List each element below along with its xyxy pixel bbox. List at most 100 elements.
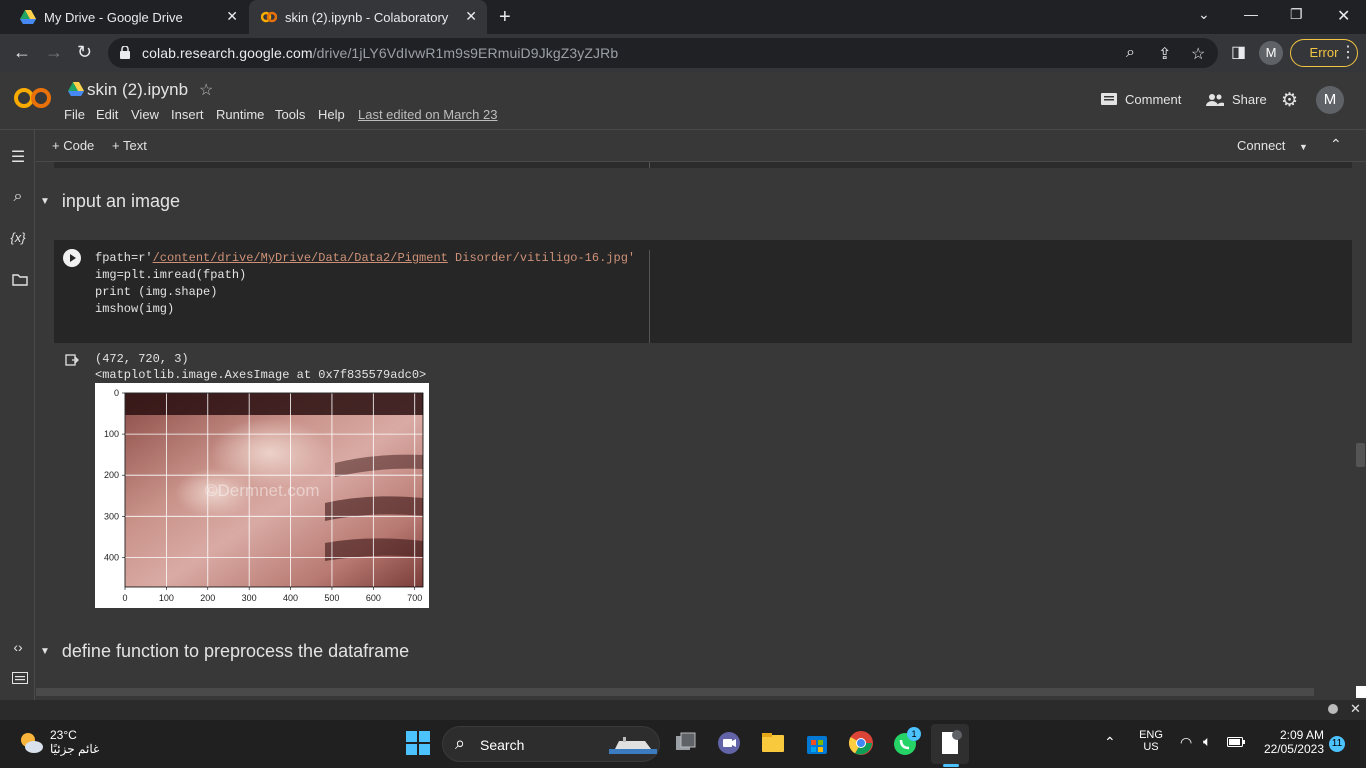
files-folder-icon[interactable] — [10, 274, 30, 286]
menu-tools[interactable]: Tools — [275, 107, 305, 122]
terminal-icon[interactable] — [10, 672, 30, 684]
minimize-icon[interactable]: — — [1244, 6, 1258, 22]
collapse-header-icon[interactable]: ⌃ — [1330, 136, 1342, 153]
comment-label: Comment — [1125, 92, 1182, 107]
scroll-corner — [1356, 686, 1366, 698]
section-input-image[interactable]: ▼ input an image — [40, 191, 180, 212]
clock-date: 22/05/2023 — [1263, 742, 1324, 756]
add-text-button[interactable]: + Text — [112, 138, 147, 153]
code-path-link[interactable]: /content/drive/MyDrive/Data/Data2/Pigmen… — [153, 251, 448, 265]
code-line-1: fpath=r'/content/drive/MyDrive/Data/Data… — [95, 251, 635, 265]
section-define-function[interactable]: ▼ define function to preprocess the data… — [40, 641, 409, 662]
tab-search-icon[interactable]: ⌄ — [1198, 6, 1210, 23]
status-dot-icon — [1328, 704, 1338, 714]
tab-colab[interactable]: skin (2).ipynb - Colaboratory ✕ — [249, 0, 487, 34]
menu-file[interactable]: File — [64, 107, 85, 122]
volume-icon[interactable]: 🔈︎ — [1203, 733, 1211, 750]
reload-icon[interactable]: ↻ — [77, 42, 92, 63]
whatsapp-badge: 1 — [907, 727, 921, 741]
run-cell-button[interactable] — [63, 249, 81, 267]
bookmark-star-icon[interactable]: ☆ — [1191, 44, 1205, 64]
microsoft-store-icon[interactable] — [804, 730, 830, 756]
show-hidden-icons-chevron-icon[interactable]: ⌃ — [1104, 734, 1116, 751]
share-page-icon[interactable]: ⇪ — [1158, 44, 1171, 64]
colab-logo[interactable] — [14, 86, 52, 110]
table-of-contents-icon[interactable]: ☰ — [8, 147, 28, 167]
teams-chat-icon[interactable] — [716, 730, 742, 756]
section-heading: define function to preprocess the datafr… — [61, 641, 410, 661]
menu-insert[interactable]: Insert — [171, 107, 204, 122]
system-clock[interactable]: 2:09 AM 22/05/2023 — [1258, 728, 1324, 756]
keyboard-layout: US — [1143, 741, 1159, 753]
share-button[interactable]: Share — [1206, 92, 1267, 107]
user-avatar[interactable]: M — [1316, 86, 1344, 114]
url-path: /drive/1jLY6VdIvwR1m9s9ERmuiD9JkgZ3yZJRb — [312, 45, 619, 61]
collapse-caret-icon[interactable]: ▼ — [40, 646, 50, 657]
side-panel-icon[interactable]: ◨ — [1231, 42, 1246, 62]
menu-help[interactable]: Help — [318, 107, 345, 122]
settings-gear-icon[interactable]: ⚙ — [1281, 89, 1298, 112]
variables-icon[interactable]: {x} — [8, 230, 28, 245]
url-text: colab.research.google.com/drive/1jLY6VdI… — [142, 45, 618, 61]
x-tick-label: 600 — [366, 593, 381, 603]
image-dark-band — [125, 393, 423, 415]
search-icon: ⌕ — [455, 733, 466, 753]
image-area: ©Dermnet.com — [125, 393, 423, 587]
notification-count-badge[interactable]: 11 — [1329, 736, 1345, 752]
code-line-3: print (img.shape) — [95, 285, 218, 299]
close-tab-icon[interactable]: ✕ — [465, 8, 477, 25]
close-window-icon[interactable]: ✕ — [1337, 6, 1350, 26]
x-tick-label: 500 — [324, 593, 339, 603]
chrome-icon[interactable] — [848, 730, 874, 756]
google-drive-icon — [20, 10, 36, 24]
file-explorer-icon[interactable] — [760, 730, 786, 756]
horizontal-scrollbar[interactable] — [36, 688, 1314, 696]
input-language[interactable]: ENG US — [1136, 729, 1166, 753]
cell-divider — [649, 250, 650, 343]
code-cell[interactable]: fpath=r'/content/drive/MyDrive/Data/Data… — [54, 240, 1352, 343]
wifi-icon[interactable]: ◠ — [1180, 734, 1192, 751]
code-snippets-icon[interactable]: ‹› — [8, 639, 28, 655]
url-host: colab.research.google.com — [142, 45, 313, 61]
address-bar[interactable]: colab.research.google.com/drive/1jLY6VdI… — [108, 38, 1218, 68]
y-ticks: 0 100 200 300 400 — [104, 388, 125, 562]
search-icon[interactable]: ⌕ — [8, 188, 28, 206]
code-line-2: img=plt.imread(fpath) — [95, 268, 247, 282]
close-icon[interactable]: ✕ — [1350, 701, 1361, 717]
tab-google-drive[interactable]: My Drive - Google Drive ✕ — [8, 0, 248, 34]
google-drive-icon[interactable] — [68, 82, 84, 96]
collapse-caret-icon[interactable]: ▼ — [40, 196, 50, 207]
comment-button[interactable]: Comment — [1101, 92, 1181, 107]
zoom-icon[interactable]: ⌕ — [1126, 44, 1135, 62]
menu-view[interactable]: View — [131, 107, 159, 122]
x-tick-label: 200 — [200, 593, 215, 603]
star-icon[interactable]: ☆ — [199, 80, 213, 100]
x-tick-label: 400 — [283, 593, 298, 603]
vertical-scrollbar[interactable] — [1356, 443, 1365, 467]
profile-avatar[interactable]: M — [1259, 41, 1283, 65]
notebook-title[interactable]: skin (2).ipynb — [87, 80, 188, 100]
weather-widget[interactable]: 23°C غائم جزئيًا — [18, 728, 99, 756]
output-repr: <matplotlib.image.AxesImage at 0x7f83557… — [95, 368, 427, 382]
language-code: ENG — [1139, 729, 1163, 741]
add-code-button[interactable]: + Code — [52, 138, 94, 153]
task-view-icon[interactable] — [673, 730, 699, 756]
menu-edit[interactable]: Edit — [96, 107, 118, 122]
output-actions-icon[interactable] — [65, 353, 79, 367]
browser-menu-icon[interactable]: ⋮ — [1340, 42, 1356, 62]
connect-button[interactable]: Connect ▼ — [1237, 138, 1308, 153]
code-line-4: imshow(img) — [95, 302, 175, 316]
menu-runtime[interactable]: Runtime — [216, 107, 264, 122]
new-tab-icon[interactable]: + — [499, 6, 511, 29]
taskbar-search[interactable]: ⌕ Search — [442, 726, 660, 762]
battery-icon[interactable] — [1227, 737, 1245, 747]
windows-start-icon[interactable] — [405, 730, 431, 756]
document-app-icon[interactable] — [937, 730, 963, 756]
close-tab-icon[interactable]: ✕ — [226, 8, 238, 25]
last-edited-link[interactable]: Last edited on March 23 — [358, 107, 497, 122]
back-icon[interactable]: ← — [13, 42, 31, 63]
left-sidebar: ☰ ⌕ {x} ‹› — [0, 130, 35, 700]
comment-icon — [1101, 92, 1117, 105]
forward-icon[interactable]: → — [45, 42, 63, 63]
restore-icon[interactable]: ❐ — [1290, 6, 1303, 23]
